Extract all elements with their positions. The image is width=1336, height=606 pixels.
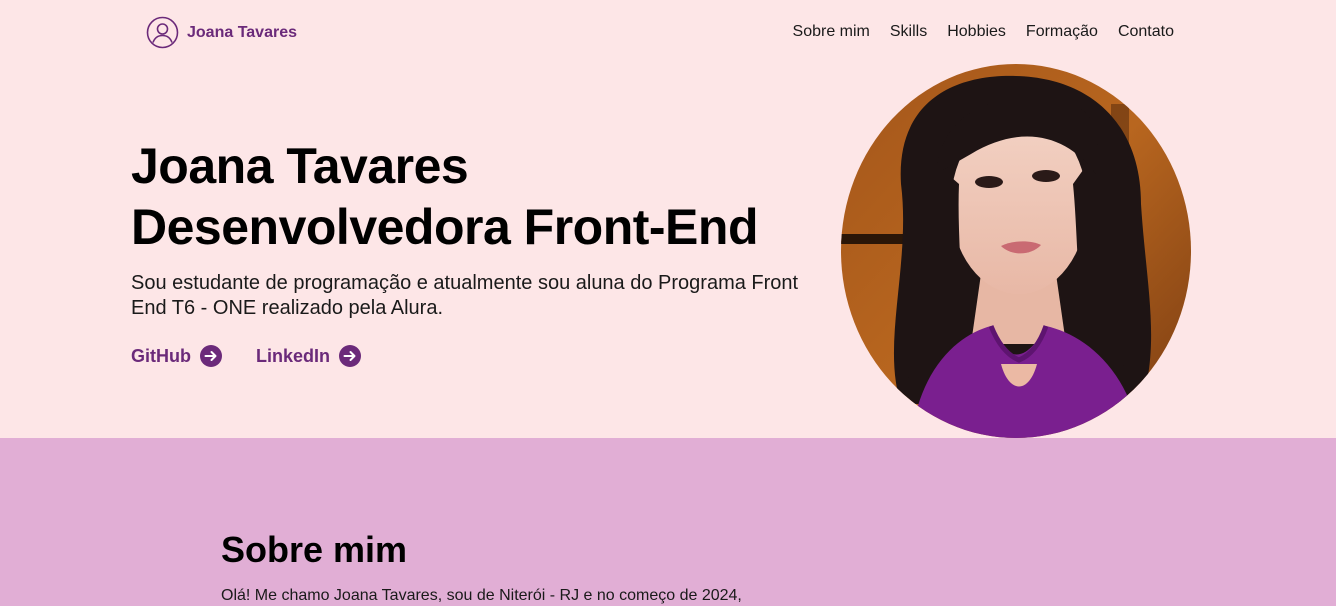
user-circle-icon [146,16,179,49]
main-nav: Sobre mim Skills Hobbies Formação Contat… [793,20,1174,44]
site-header: Joana Tavares Sobre mim Skills Hobbies F… [0,0,1336,64]
about-text: Olá! Me chamo Joana Tavares, sou de Nite… [221,587,742,604]
nav-link-sobre-mim[interactable]: Sobre mim [793,20,870,44]
nav-link-hobbies[interactable]: Hobbies [947,20,1006,44]
arrow-right-circle-icon [339,345,362,367]
nav-link-skills[interactable]: Skills [890,20,927,44]
hero-description: Sou estudante de programação e atualment… [131,272,799,319]
hero-title-role: Desenvolvedora Front-End [131,199,759,255]
nav-link-contato[interactable]: Contato [1118,20,1174,44]
arrow-right-circle-icon [200,345,222,367]
brand-link[interactable]: Joana Tavares [146,16,297,49]
about-section: Sobre mim Olá! Me chamo Joana Tavares, s… [0,438,1336,606]
portfolio-page: Joana Tavares Sobre mim Skills Hobbies F… [0,0,1336,606]
hero-title: Joana Tavares Desenvolvedora Front-End [131,136,831,258]
brand-name: Joana Tavares [187,23,297,41]
github-link-label: GitHub [131,345,191,366]
social-links: GitHub LinkedIn [131,344,362,368]
linkedin-link-label: LinkedIn [256,345,331,366]
nav-link-formacao[interactable]: Formação [1026,20,1098,44]
profile-photo-illustration [841,64,1191,438]
about-title: Sobre mim [221,529,408,570]
profile-photo [841,64,1191,438]
github-link[interactable]: GitHub [131,344,222,368]
linkedin-link[interactable]: LinkedIn [256,344,362,368]
hero-section: Joana Tavares Desenvolvedora Front-End S… [0,64,1336,438]
hero-title-name: Joana Tavares [131,138,469,194]
